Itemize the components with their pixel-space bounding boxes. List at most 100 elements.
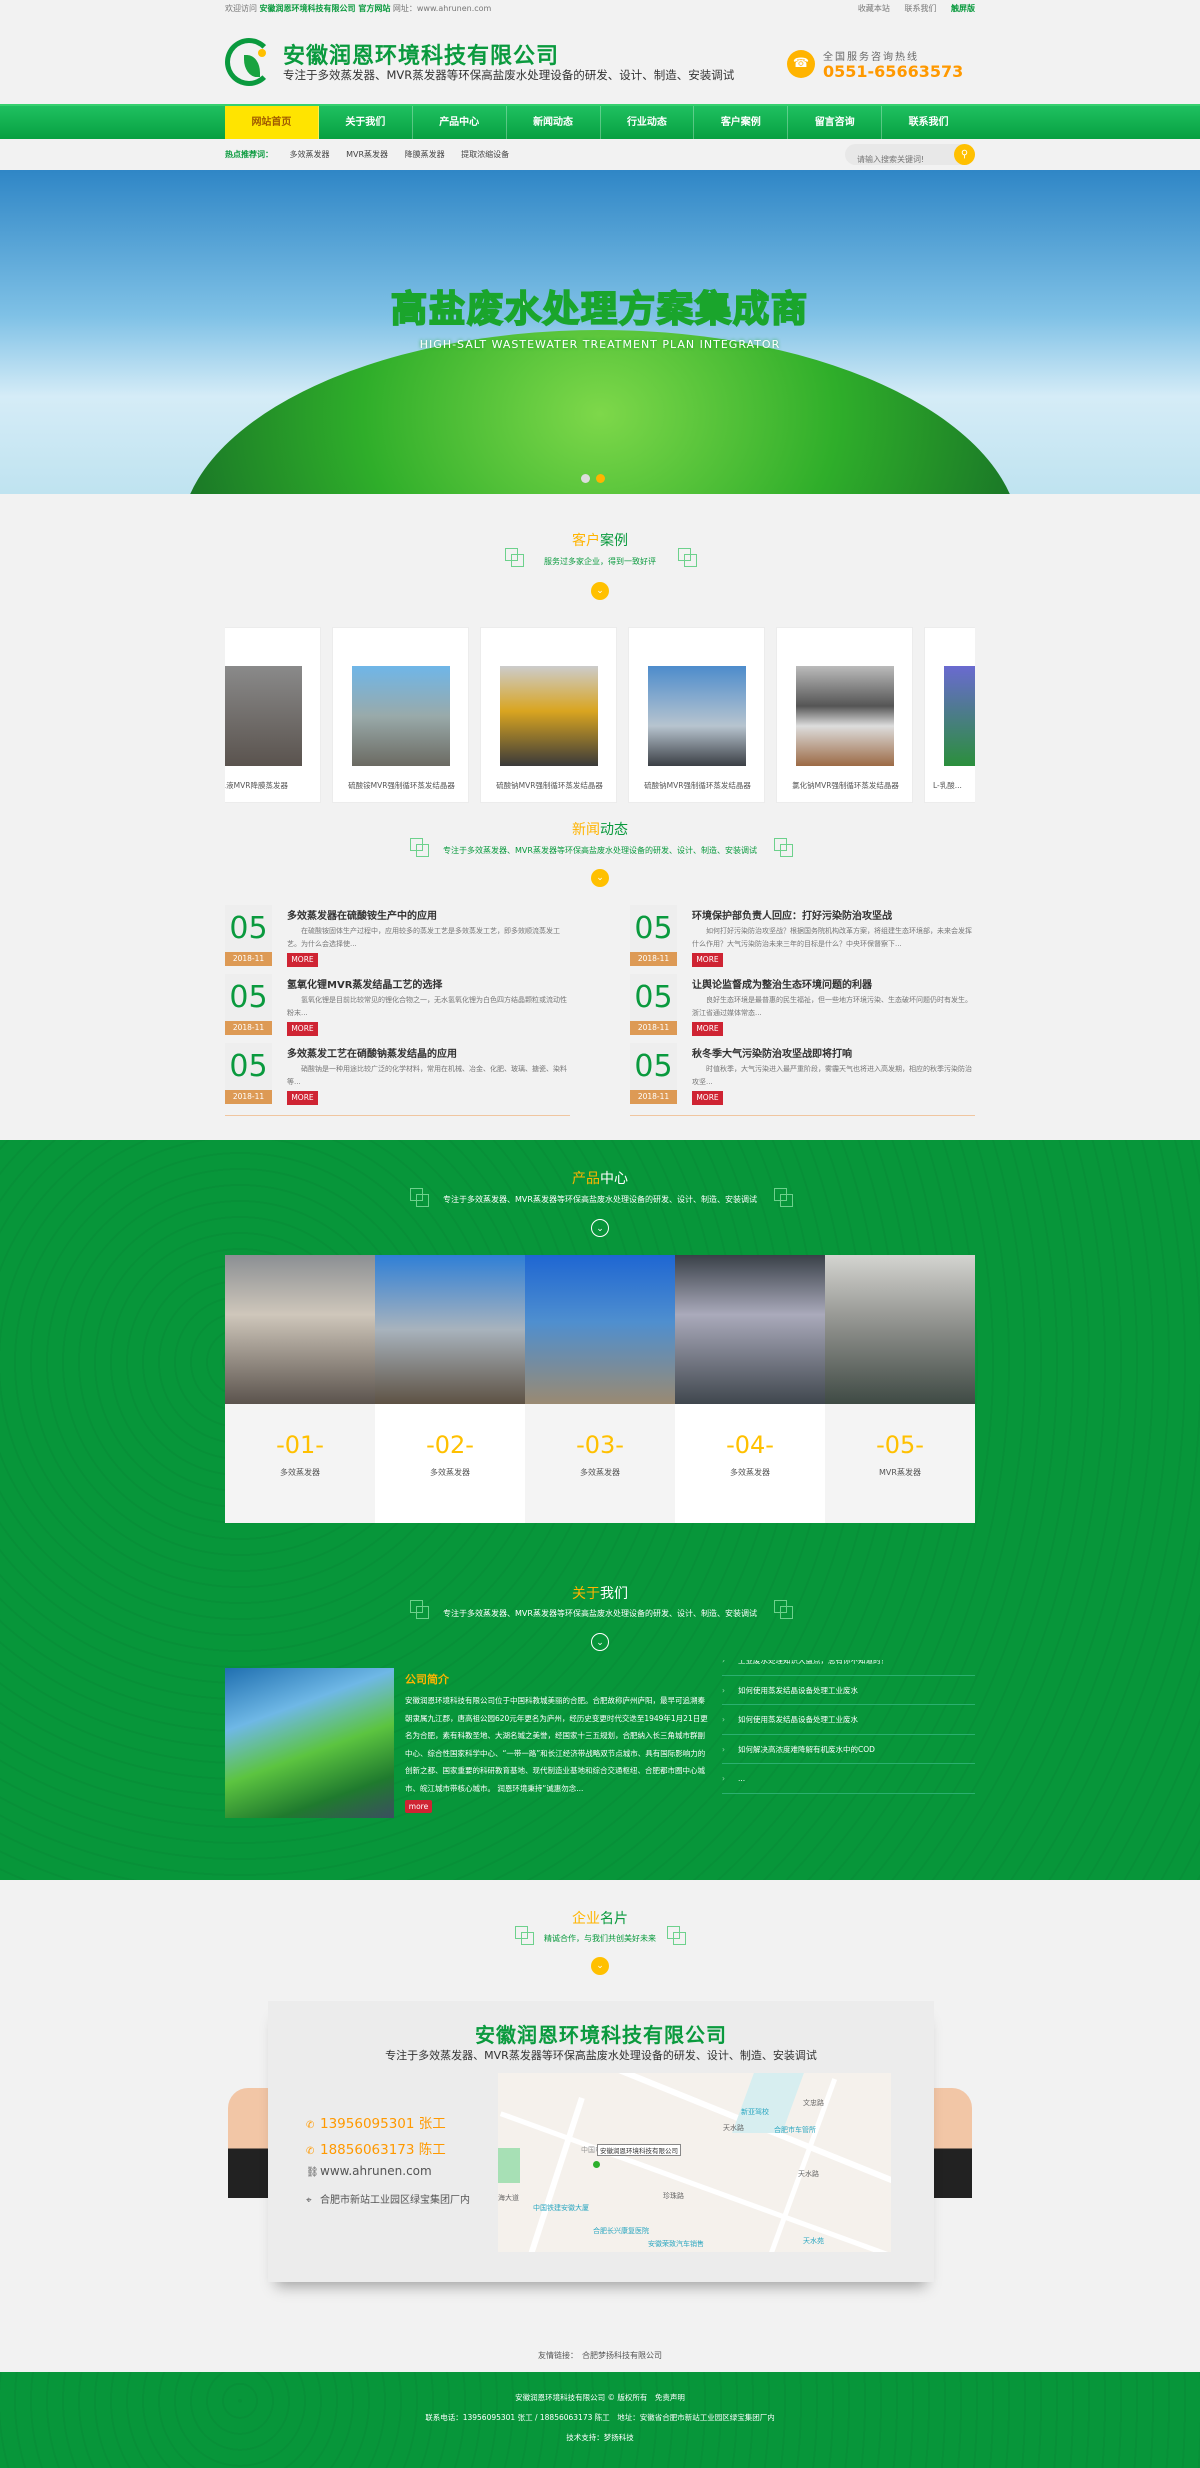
product-item[interactable]: -04- 多效蒸发器 <box>675 1255 825 1523</box>
search-icon[interactable]: ⚲ <box>954 144 975 165</box>
card-slogan: 专注于多效蒸发器、MVR蒸发器等环保高盐废水处理设备的研发、设计、制造、安装调试 <box>385 2049 817 2062</box>
case-image <box>648 666 746 766</box>
product-image <box>375 1255 525 1404</box>
chevron-down-icon[interactable]: ⌄ <box>591 869 609 887</box>
search-input[interactable] <box>845 149 945 170</box>
article-link[interactable]: ... <box>722 1764 975 1794</box>
chevron-down-icon[interactable]: ⌄ <box>591 582 609 600</box>
case-image <box>352 666 450 766</box>
case-card[interactable]: 硫酸钠MVR强制循环蒸发结晶器 <box>480 627 617 803</box>
divider <box>225 1115 570 1116</box>
nav-contact[interactable]: 联系我们 <box>882 106 975 139</box>
friend-link[interactable]: 合肥梦扬科技有限公司 <box>582 2351 662 2360</box>
case-image <box>944 666 975 766</box>
chevron-down-icon[interactable]: ⌄ <box>591 1219 609 1237</box>
about-text: 安徽润恩环境科技有限公司位于中国科教城美丽的合肥。合肥故称庐州庐阳，最早可追溯秦… <box>405 1696 708 1793</box>
company-logo[interactable] <box>225 38 273 86</box>
more-button[interactable]: MORE <box>692 1091 723 1105</box>
news-title-link[interactable]: 氢氧化锂MVR蒸发结晶工艺的选择 <box>287 976 442 991</box>
hot-keywords-bar: 热点推荐词： 多效蒸发器 MVR蒸发器 降膜蒸发器 提取浓缩设备 ⚲ <box>225 139 975 170</box>
friend-links-label: 友情链接： <box>538 2351 574 2360</box>
nav-news[interactable]: 新闻动态 <box>507 106 601 139</box>
more-button[interactable]: MORE <box>287 953 318 967</box>
card-website[interactable]: ⛓www.ahrunen.com <box>306 2164 432 2178</box>
footer-copyright: 安徽润恩环境科技有限公司 © 版权所有 免责声明 <box>515 2393 685 2402</box>
footer: 安徽润恩环境科技有限公司 © 版权所有 免责声明 联系电话：1395609530… <box>0 2372 1200 2468</box>
about-subtitle: 专注于多效蒸发器、MVR蒸发器等环保高盐废水处理设备的研发、设计、制造、安装调试 <box>443 1609 757 1618</box>
case-caption: L-乳酸... <box>933 781 962 790</box>
article-link[interactable]: 如何解决高浓度难降解有机废水中的COD <box>722 1735 975 1764</box>
nav-products[interactable]: 产品中心 <box>413 106 507 139</box>
more-button[interactable]: MORE <box>287 1091 318 1105</box>
header: 安徽润恩环境科技有限公司 专注于多效蒸发器、MVR蒸发器等环保高盐废水处理设备的… <box>225 0 975 104</box>
news-item[interactable]: 05 2018-11 氢氧化锂MVR蒸发结晶工艺的选择 氢氧化锂是目前比较常见的锂化合… <box>225 974 570 1043</box>
case-card[interactable]: 硫酸铵MVR强制循环蒸发结晶器 <box>332 627 469 803</box>
news-title-link[interactable]: 多效蒸发器在硫酸铵生产中的应用 <box>287 907 437 922</box>
news-item[interactable]: 05 2018-11 环境保护部负责人回应：打好污染防治攻坚战 如何打好污染防治攻坚战… <box>630 905 975 974</box>
product-image <box>525 1255 675 1404</box>
news-item[interactable]: 05 2018-11 让舆论监督成为整治生态环境问题的利器 良好生态环境是最普惠的民生… <box>630 974 975 1043</box>
product-item[interactable]: -02- 多效蒸发器 <box>375 1255 525 1523</box>
main-nav: 网站首页 关于我们 产品中心 新闻动态 行业动态 客户案例 留言咨询 联系我们 <box>0 104 1200 139</box>
keyword-link[interactable]: MVR蒸发器 <box>346 150 388 159</box>
case-caption: 硫酸铵MVR强制循环蒸发结晶器 <box>348 781 455 790</box>
about-more-button[interactable]: more <box>405 1800 432 1813</box>
bizcard-title: 企业名片 <box>572 1911 628 1927</box>
card-phone-1: ✆ 13956095301 张工 <box>306 2116 446 2132</box>
slide-dot[interactable] <box>581 474 590 483</box>
article-link[interactable]: 如何使用蒸发结晶设备处理工业废水 <box>722 1676 975 1705</box>
nav-about[interactable]: 关于我们 <box>319 106 413 139</box>
location-map[interactable]: 新亚驾校 合肥市车管所 天水路 天水路 中国电子集团 中国铁建安徽大厦 合肥长兴… <box>498 2073 891 2252</box>
article-link[interactable]: 工业废水处理知识大盘点，总有你不知道的！ <box>722 1660 975 1676</box>
case-card[interactable]: L-乳酸... <box>924 627 975 803</box>
more-button[interactable]: MORE <box>692 953 723 967</box>
phone-icon: ✆ <box>306 2146 315 2157</box>
chevron-down-icon[interactable]: ⌄ <box>591 1957 609 1975</box>
nav-home[interactable]: 网站首页 <box>225 106 319 139</box>
nav-cases[interactable]: 客户案例 <box>694 106 789 139</box>
link-icon: ⛓ <box>306 2167 319 2178</box>
cases-carousel: ...液MVR降膜蒸发器 硫酸铵MVR强制循环蒸发结晶器 硫酸钠MVR强制循环蒸… <box>225 627 975 803</box>
slide-dot-active[interactable] <box>596 474 605 483</box>
hero-banner: 高盐废水处理方案集成商 HIGH-SALT WASTEWATER TREATME… <box>0 170 1200 494</box>
news-item[interactable]: 05 2018-11 多效蒸发器在硫酸铵生产中的应用 在硫酸铵固体生产过程中，应用较多… <box>225 905 570 974</box>
footer-support: 技术支持：梦扬科技 <box>566 2433 634 2442</box>
nav-industry[interactable]: 行业动态 <box>601 106 695 139</box>
search-box: ⚲ <box>845 144 975 170</box>
product-item[interactable]: -01- 多效蒸发器 <box>225 1255 375 1523</box>
news-item[interactable]: 05 2018-11 多效蒸发工艺在硝酸钠蒸发结晶的应用 硝酸钠是一种用途比较广泛的化… <box>225 1043 570 1112</box>
nav-message[interactable]: 留言咨询 <box>788 106 883 139</box>
keyword-link[interactable]: 多效蒸发器 <box>290 150 330 159</box>
news-item[interactable]: 05 2018-11 秋冬季大气污染防治攻坚战即将打响 时值秋季，大气污染进入最严重阶… <box>630 1043 975 1112</box>
location-icon: ⌖ <box>306 2195 312 2206</box>
product-image <box>825 1255 975 1404</box>
company-slogan: 专注于多效蒸发器、MVR蒸发器等环保高盐废水处理设备的研发、设计、制造、安装调试 <box>283 68 735 82</box>
keyword-link[interactable]: 提取浓缩设备 <box>461 150 509 159</box>
more-button[interactable]: MORE <box>692 1022 723 1036</box>
friend-links: 友情链接： 合肥梦扬科技有限公司 <box>0 2340 1200 2372</box>
product-item[interactable]: -03- 多效蒸发器 <box>525 1255 675 1523</box>
business-card: 安徽润恩环境科技有限公司 专注于多效蒸发器、MVR蒸发器等环保高盐废水处理设备的… <box>268 2001 934 2282</box>
news-title: 新闻动态 <box>572 822 628 838</box>
case-card[interactable]: 硫酸钠MVR强制循环蒸发结晶器 <box>628 627 765 803</box>
product-item[interactable]: -05- MVR蒸发器 <box>825 1255 975 1523</box>
case-card[interactable]: 氯化钠MVR强制循环蒸发结晶器 <box>776 627 913 803</box>
news-title-link[interactable]: 环境保护部负责人回应：打好污染防治攻坚战 <box>692 907 892 922</box>
bizcard-subtitle: 精诚合作，与我们共创美好未来 <box>544 1934 656 1943</box>
news-title-link[interactable]: 让舆论监督成为整治生态环境问题的利器 <box>692 976 872 991</box>
keyword-link[interactable]: 降膜蒸发器 <box>405 150 445 159</box>
article-link[interactable]: 如何使用蒸发结晶设备处理工业废水 <box>722 1705 975 1735</box>
slider-dots <box>578 468 608 487</box>
map-pin-icon[interactable]: 安徽润恩环境科技有限公司 <box>593 2144 681 2172</box>
chevron-down-icon[interactable]: ⌄ <box>591 1633 609 1651</box>
banner-title: 高盐废水处理方案集成商 <box>390 288 809 331</box>
news-title-link[interactable]: 多效蒸发工艺在硝酸钠蒸发结晶的应用 <box>287 1045 457 1060</box>
about-title: 关于我们 <box>572 1586 628 1602</box>
news-subtitle: 专注于多效蒸发器、MVR蒸发器等环保高盐废水处理设备的研发、设计、制造、安装调试 <box>443 846 757 855</box>
more-button[interactable]: MORE <box>287 1022 318 1036</box>
news-title-link[interactable]: 秋冬季大气污染防治攻坚战即将打响 <box>692 1045 852 1060</box>
hot-label: 热点推荐词： <box>225 150 273 159</box>
products-subtitle: 专注于多效蒸发器、MVR蒸发器等环保高盐废水处理设备的研发、设计、制造、安装调试 <box>443 1195 757 1204</box>
case-card[interactable]: ...液MVR降膜蒸发器 <box>225 627 321 803</box>
cases-title: 客户案例 <box>572 533 628 549</box>
